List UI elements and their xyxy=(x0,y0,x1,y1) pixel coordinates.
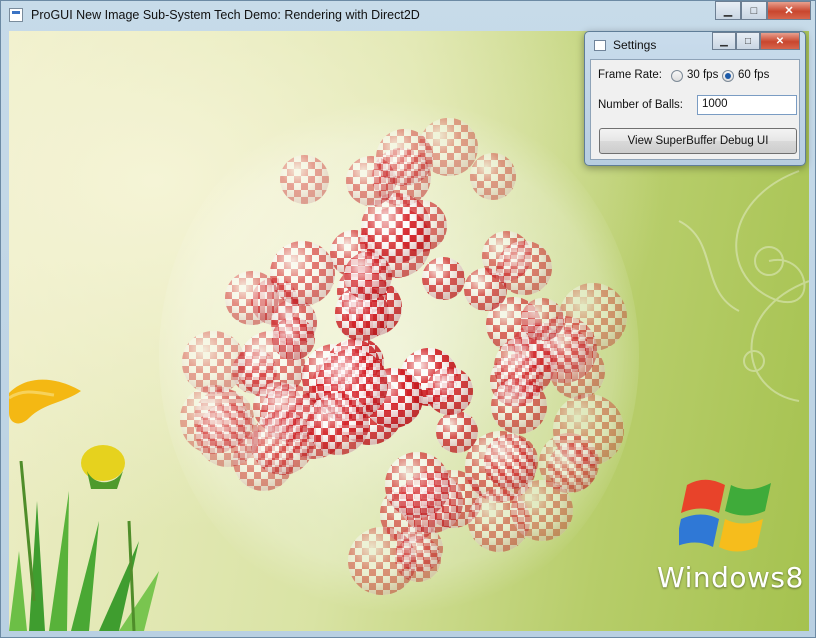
checkered-ball xyxy=(279,155,329,205)
superbuffer-debug-button[interactable]: View SuperBuffer Debug UI xyxy=(599,128,797,154)
number-of-balls-label: Number of Balls: xyxy=(598,99,684,111)
settings-panel: Frame Rate: 30 fps 60 fps Number of Ball… xyxy=(590,59,800,160)
checkered-ball xyxy=(307,393,370,456)
settings-dialog: Settings ▁ □ ✕ Frame Rate: 30 fps 60 fps… xyxy=(584,31,806,166)
minimize-button[interactable]: ▁ xyxy=(715,1,741,20)
checkered-ball xyxy=(272,317,315,360)
yellow-flower-image xyxy=(9,379,81,424)
checkered-ball xyxy=(521,297,565,341)
checkered-ball xyxy=(483,434,539,489)
frame-rate-label: Frame Rate: xyxy=(598,69,662,81)
checkered-ball xyxy=(347,526,416,595)
dialog-window-icon xyxy=(594,40,606,51)
main-window: ProGUI New Image Sub-System Tech Demo: R… xyxy=(0,0,816,638)
maximize-button[interactable]: □ xyxy=(741,1,767,20)
settings-caption-buttons: ▁ □ ✕ xyxy=(712,32,800,50)
windows-logo-image xyxy=(679,479,771,552)
close-button[interactable]: ✕ xyxy=(767,1,811,20)
checkered-ball xyxy=(511,479,573,542)
checkered-ball xyxy=(376,129,434,187)
number-of-balls-input[interactable]: 1000 xyxy=(697,95,797,115)
title-bar[interactable]: ProGUI New Image Sub-System Tech Demo: R… xyxy=(1,1,816,29)
settings-minimize-button[interactable]: ▁ xyxy=(712,32,736,50)
flower-bud-image xyxy=(81,445,125,489)
radio-60fps[interactable] xyxy=(722,70,734,82)
checkered-ball xyxy=(491,377,548,434)
window-title: ProGUI New Image Sub-System Tech Demo: R… xyxy=(31,8,420,22)
checkered-ball xyxy=(422,256,466,300)
checkered-ball xyxy=(425,367,474,415)
radio-60fps-label[interactable]: 60 fps xyxy=(738,69,769,81)
caption-buttons: ▁ □ ✕ xyxy=(715,1,811,21)
settings-maximize-button[interactable]: □ xyxy=(736,32,760,50)
app-window-icon xyxy=(9,8,23,22)
decorative-swirl xyxy=(678,170,809,402)
radio-30fps[interactable] xyxy=(671,70,683,82)
checkered-ball xyxy=(270,240,336,306)
checkered-ball xyxy=(497,240,553,296)
checkered-ball xyxy=(436,410,479,453)
radio-30fps-label[interactable]: 30 fps xyxy=(687,69,718,81)
checkered-ball xyxy=(343,252,392,301)
checkered-ball xyxy=(384,452,451,519)
checkered-ball xyxy=(470,153,517,200)
settings-close-button[interactable]: ✕ xyxy=(760,32,800,50)
checkered-ball xyxy=(250,411,314,475)
checkered-ball xyxy=(225,271,279,325)
settings-title: Settings xyxy=(613,38,657,52)
windows-logo-text: Windows8 xyxy=(657,561,804,594)
